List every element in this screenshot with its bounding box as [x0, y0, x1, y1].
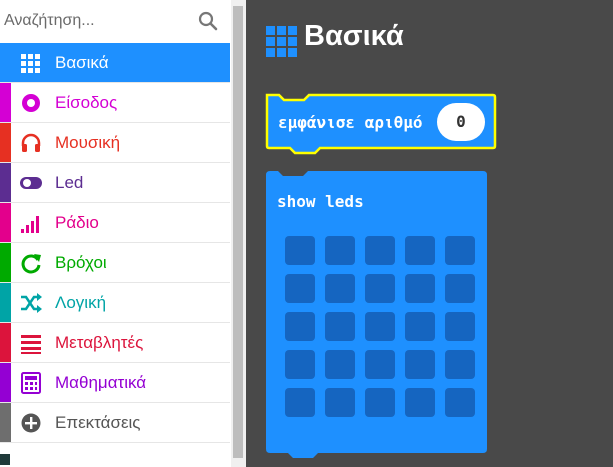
- led-cell[interactable]: [445, 388, 475, 417]
- refresh-icon: [21, 254, 41, 274]
- led-cell[interactable]: [325, 274, 355, 303]
- led-cell[interactable]: [445, 350, 475, 379]
- led-cell[interactable]: [445, 236, 475, 265]
- search-icon[interactable]: [198, 11, 218, 31]
- category-color-bar: [0, 283, 11, 322]
- led-cell[interactable]: [365, 350, 395, 379]
- led-cell[interactable]: [405, 236, 435, 265]
- category-label: Βασικά: [55, 53, 109, 72]
- category-loops[interactable]: Βρόχοι: [0, 243, 230, 283]
- category-color-bar: [0, 123, 11, 162]
- led-cell[interactable]: [405, 350, 435, 379]
- led-grid: [285, 236, 477, 418]
- led-cell[interactable]: [365, 312, 395, 341]
- led-cell[interactable]: [405, 388, 435, 417]
- led-cell[interactable]: [445, 312, 475, 341]
- category-radio[interactable]: Ράδιο: [0, 203, 230, 243]
- headphones-icon: [21, 133, 41, 152]
- number-input[interactable]: 0: [437, 103, 485, 141]
- category-color-bar: [0, 243, 11, 282]
- shuffle-icon: [21, 293, 42, 313]
- calculator-icon: [21, 372, 41, 394]
- category-label: Μαθηματικά: [55, 373, 147, 392]
- led-cell[interactable]: [325, 388, 355, 417]
- category-label: Επεκτάσεις: [55, 413, 141, 432]
- category-math[interactable]: Μαθηματικά: [0, 363, 230, 403]
- record-icon: [22, 94, 40, 112]
- category-label: Led: [55, 173, 84, 192]
- category-input[interactable]: Είσοδος: [0, 83, 230, 123]
- category-color-bar: [0, 363, 11, 402]
- list-lines-icon: [21, 335, 41, 354]
- toolbox-panel: Βασικά Είσοδος Μουσική Led: [0, 0, 232, 461]
- plus-circle-icon: [21, 413, 41, 433]
- category-label: Λογική: [55, 293, 107, 312]
- led-cell[interactable]: [365, 388, 395, 417]
- grid-icon: [21, 54, 40, 73]
- search-input[interactable]: [4, 6, 194, 36]
- category-extensions[interactable]: Επεκτάσεις: [0, 403, 230, 443]
- toolbox-scrollbar-thumb[interactable]: [233, 6, 243, 458]
- category-label: Μεταβλητές: [55, 333, 144, 352]
- led-cell[interactable]: [365, 274, 395, 303]
- category-color-bar: [0, 403, 11, 442]
- category-variables[interactable]: Μεταβλητές: [0, 323, 230, 363]
- led-cell[interactable]: [405, 312, 435, 341]
- led-cell[interactable]: [325, 350, 355, 379]
- toolbox-bottom: [0, 452, 231, 467]
- toggle-icon: [20, 177, 42, 189]
- category-music[interactable]: Μουσική: [0, 123, 230, 163]
- led-cell[interactable]: [285, 350, 315, 379]
- category-color-bar: [0, 323, 11, 362]
- category-basic[interactable]: Βασικά: [0, 43, 230, 83]
- led-cell[interactable]: [285, 388, 315, 417]
- category-color-bar: [0, 163, 11, 202]
- category-color-bar: [0, 43, 11, 82]
- category-color-bar: [0, 83, 11, 122]
- led-cell[interactable]: [325, 236, 355, 265]
- category-color-bar: [0, 203, 11, 242]
- category-label: Μουσική: [55, 133, 121, 152]
- led-cell[interactable]: [445, 274, 475, 303]
- led-cell[interactable]: [285, 236, 315, 265]
- category-logic[interactable]: Λογική: [0, 283, 230, 323]
- grid-icon: [266, 26, 297, 57]
- category-label: Ράδιο: [55, 213, 99, 232]
- led-cell[interactable]: [405, 274, 435, 303]
- led-cell[interactable]: [365, 236, 395, 265]
- led-cell[interactable]: [285, 274, 315, 303]
- toolbox-corner: [0, 454, 10, 465]
- show-number-label: εμφάνισε αριθμό: [278, 113, 423, 132]
- led-cell[interactable]: [285, 312, 315, 341]
- flyout-title: Βασικά: [304, 20, 404, 52]
- led-cell[interactable]: [325, 312, 355, 341]
- category-led[interactable]: Led: [0, 163, 230, 203]
- category-label: Είσοδος: [55, 93, 118, 112]
- signal-bars-icon: [21, 216, 39, 233]
- show-leds-label: show leds: [277, 192, 364, 211]
- category-label: Βρόχοι: [55, 253, 107, 272]
- search-box: [0, 0, 230, 42]
